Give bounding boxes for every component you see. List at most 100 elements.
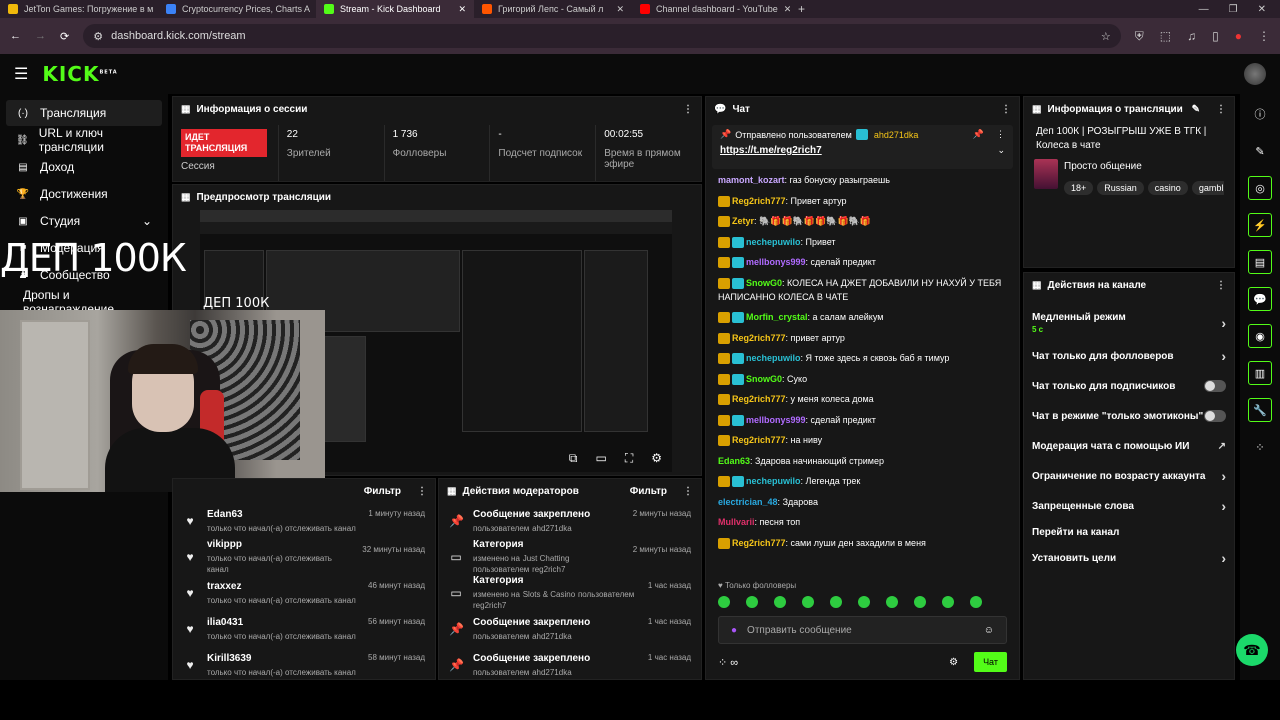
sidebar-item-achievements[interactable]: 🏆 Достижения xyxy=(6,181,162,207)
sidebar-item-stream[interactable]: (·) Трансляция xyxy=(6,100,162,126)
broadcast-icon[interactable]: ◉ xyxy=(1248,324,1272,348)
emote-icon[interactable] xyxy=(746,596,758,608)
clip-icon[interactable]: ⧉ xyxy=(569,451,578,466)
chat-username[interactable]: mellbonys999 xyxy=(746,257,806,267)
close-icon[interactable]: ✕ xyxy=(616,4,624,15)
ai-moderation-row[interactable]: Модерация чата с помощью ИИ ↗ xyxy=(1024,431,1234,461)
url-field[interactable]: ⚙ dashboard.kick.com/stream ☆ xyxy=(83,24,1121,48)
more-icon[interactable]: ⋮ xyxy=(683,486,693,497)
chat-username[interactable]: Reg2rich777 xyxy=(732,196,786,206)
profile-icon[interactable]: ● xyxy=(1235,29,1242,44)
emote-icon[interactable] xyxy=(718,596,730,608)
sidebar-item-studio[interactable]: ▣ Студия ⌄ xyxy=(6,208,162,234)
edit-icon[interactable]: ✎ xyxy=(1192,104,1200,115)
chat-username[interactable]: mamont_kozart xyxy=(718,175,785,185)
extensions-icon[interactable]: ⬚ xyxy=(1160,29,1171,44)
clip-icon[interactable]: ◎ xyxy=(1248,176,1272,200)
set-goals-row[interactable]: Установить цели › xyxy=(1024,543,1234,573)
fullscreen-icon[interactable]: ⛶ xyxy=(625,451,633,466)
chat-username[interactable]: nechepuwilo xyxy=(746,237,801,247)
pin-icon[interactable]: 📌 xyxy=(973,129,984,140)
minimize-icon[interactable]: — xyxy=(1199,4,1209,15)
sidebar-item-url-key[interactable]: ⛓ URL и ключ трансляции xyxy=(6,126,162,154)
new-tab-icon[interactable]: + xyxy=(790,2,813,16)
media-icon[interactable]: ♫ xyxy=(1187,29,1196,44)
shield-icon[interactable]: ⛨ xyxy=(1135,29,1144,44)
chat-username[interactable]: SnowG0 xyxy=(746,278,782,288)
chat-username[interactable]: nechepuwilo xyxy=(746,353,801,363)
chat-username[interactable]: Reg2rich777 xyxy=(732,394,786,404)
user-link[interactable]: ahd271dka xyxy=(532,668,572,677)
chat-username[interactable]: Reg2rich777 xyxy=(732,435,786,445)
followers-only-row[interactable]: Чат только для фолловеров › xyxy=(1024,341,1234,371)
emote-icon[interactable] xyxy=(886,596,898,608)
sidebar-item-income[interactable]: ▤ Доход xyxy=(6,154,162,180)
emoji-icon[interactable]: ☺ xyxy=(984,625,994,636)
more-icon[interactable]: ⋮ xyxy=(417,486,427,497)
reload-icon[interactable]: ⟳ xyxy=(60,30,69,43)
user-name[interactable]: vikippp xyxy=(207,539,352,550)
document-icon[interactable]: ▤ xyxy=(1248,250,1272,274)
emote-icon[interactable] xyxy=(858,596,870,608)
browser-tab-active[interactable]: Stream - Kick Dashboard ✕ xyxy=(316,0,474,18)
user-link[interactable]: reg2rich7 xyxy=(532,565,565,574)
chat-username[interactable]: Edan63 xyxy=(718,456,750,466)
category-link[interactable]: Just Chatting xyxy=(523,554,570,563)
chat-bubble-icon[interactable]: 💬 xyxy=(1248,287,1272,311)
more-icon[interactable]: ⋮ xyxy=(683,104,693,115)
chat-username[interactable]: Reg2rich777 xyxy=(732,538,786,548)
kick-logo[interactable]: KICKBETA xyxy=(42,62,117,86)
chat-username[interactable]: mellbonys999 xyxy=(746,415,806,425)
browser-tab[interactable]: Channel dashboard - YouTube ✕ xyxy=(632,0,790,18)
more-icon[interactable]: ⋮ xyxy=(1216,280,1226,291)
pinned-message[interactable]: 📌 Отправлено пользователем ahd271dka 📌 ⋮ htt… xyxy=(712,125,1013,169)
support-icon[interactable]: ☎ xyxy=(1236,634,1268,666)
go-to-channel-row[interactable]: Перейти на канал xyxy=(1024,521,1234,543)
user-name[interactable]: ilia0431 xyxy=(207,617,358,628)
forward-icon[interactable]: → xyxy=(35,30,46,42)
back-icon[interactable]: ← xyxy=(10,30,21,42)
user-link[interactable]: reg2rich7 xyxy=(473,601,506,610)
user-link[interactable]: ahd271dka xyxy=(532,632,572,641)
site-info-icon[interactable]: ⚙ xyxy=(93,30,103,43)
lightning-icon[interactable]: ⚡ xyxy=(1248,213,1272,237)
more-icon[interactable]: ⋮ xyxy=(1216,104,1226,115)
subscribers-only-toggle[interactable] xyxy=(1204,380,1226,392)
chat-username[interactable]: electrician_48 xyxy=(718,497,778,507)
close-window-icon[interactable]: ✕ xyxy=(1258,4,1266,15)
chat-username[interactable]: Reg2rich777 xyxy=(732,333,786,343)
chat-settings-icon[interactable]: ⚙ xyxy=(949,657,958,668)
slow-mode-row[interactable]: Медленный режим 5 с › xyxy=(1024,305,1234,341)
emote-icon[interactable] xyxy=(830,596,842,608)
user-name[interactable]: traxxez xyxy=(207,581,358,592)
user-link[interactable]: ahd271dka xyxy=(532,524,572,533)
menu-icon[interactable]: ⋮ xyxy=(1258,29,1270,44)
browser-tab[interactable]: JetTon Games: Погружение в м✕ xyxy=(0,0,158,18)
emote-icon[interactable] xyxy=(774,596,786,608)
chevron-down-icon[interactable]: ⌄ xyxy=(997,145,1005,156)
wrench-icon[interactable]: 🔧 xyxy=(1248,398,1272,422)
category-link[interactable]: Slots & Casino xyxy=(523,590,575,599)
emote-icon[interactable] xyxy=(914,596,926,608)
chat-username[interactable]: SnowG0 xyxy=(746,374,782,384)
settings-gear-icon[interactable]: ⚙ xyxy=(651,451,662,466)
close-icon[interactable]: ✕ xyxy=(458,4,466,15)
browser-tab[interactable]: Cryptocurrency Prices, Charts A✕ xyxy=(158,0,316,18)
theater-icon[interactable]: ▭ xyxy=(595,451,606,466)
avatar[interactable] xyxy=(1244,63,1266,85)
user-name[interactable]: Kirill3639 xyxy=(207,653,358,664)
chat-message-input[interactable]: ● Отправить сообщение ☺ xyxy=(718,616,1007,644)
kick-points-icon[interactable]: ⁘ ∞ xyxy=(718,656,738,669)
more-icon[interactable]: ⋮ xyxy=(1001,104,1011,115)
category-name[interactable]: Просто общение xyxy=(1064,161,1224,172)
info-icon[interactable]: ⓘ xyxy=(1248,102,1272,126)
chat-username[interactable]: nechepuwilo xyxy=(746,476,801,486)
more-icon[interactable]: ⋮ xyxy=(996,129,1005,140)
filter-button[interactable]: Фильтр xyxy=(364,486,401,497)
hamburger-menu-icon[interactable]: ☰ xyxy=(14,64,28,84)
emote-icon[interactable] xyxy=(970,596,982,608)
emote-only-toggle[interactable] xyxy=(1204,410,1226,422)
chat-username[interactable]: Mullvarii xyxy=(718,517,755,527)
microphone-icon[interactable]: ● xyxy=(731,625,737,636)
maximize-icon[interactable]: ❐ xyxy=(1229,4,1238,15)
